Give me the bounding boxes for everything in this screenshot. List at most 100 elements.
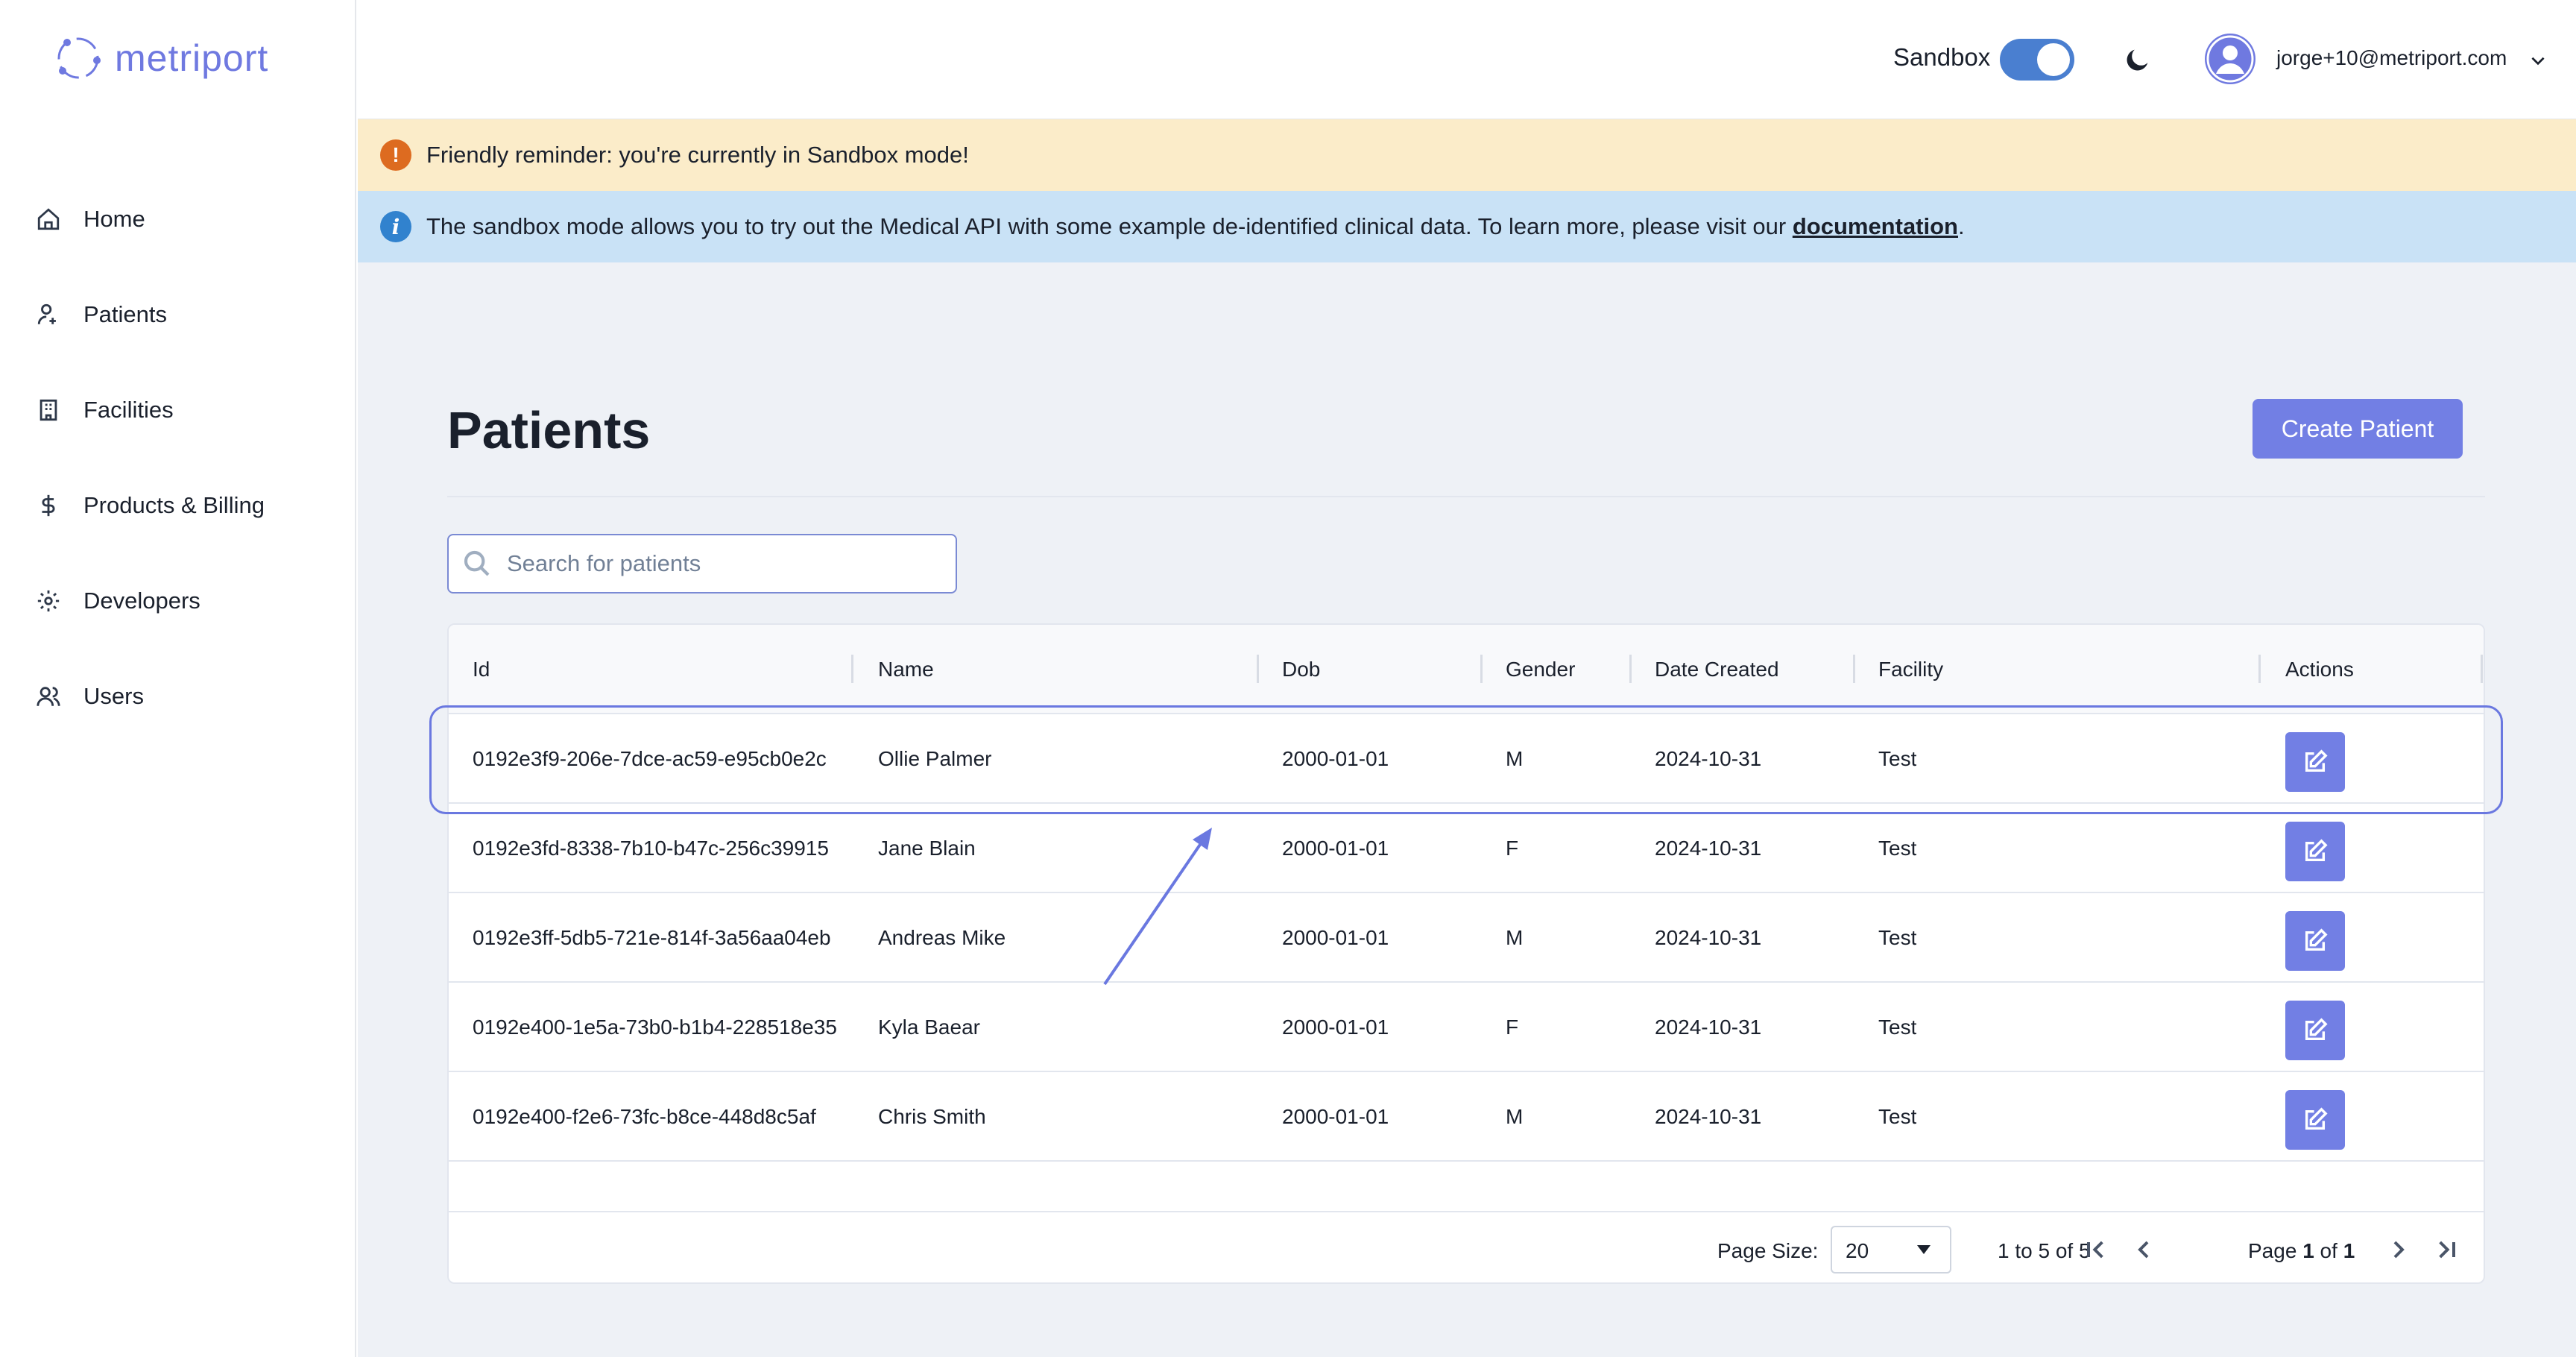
edit-icon <box>2305 1018 2328 1041</box>
cell-facility: Test <box>1878 926 1917 949</box>
column-resizer[interactable] <box>1480 655 1483 683</box>
sidebar-item-label: Facilities <box>83 397 174 423</box>
toggle-knob <box>2037 43 2070 76</box>
sandbox-label: Sandbox <box>1893 43 1991 71</box>
edit-patient-button[interactable] <box>2285 822 2345 881</box>
edit-icon <box>2305 749 2328 772</box>
sidebar-item-label: Developers <box>83 588 201 614</box>
table-row[interactable]: 0192e400-1e5a-73b0-b1b4-228518e35 Kyla B… <box>449 983 2484 1072</box>
search-box[interactable] <box>447 534 957 594</box>
column-header-facility[interactable]: Facility <box>1878 658 1943 681</box>
current-page: 1 <box>2302 1239 2314 1262</box>
patient-icon <box>37 303 56 324</box>
user-email[interactable]: jorge+10@metriport.com <box>2276 46 2507 70</box>
next-page-button[interactable] <box>2384 1235 2414 1265</box>
cell-gender: F <box>1506 1016 1519 1039</box>
cell-dob: 2000-01-01 <box>1282 1016 1389 1039</box>
title-divider <box>447 496 2485 497</box>
page-size-value: 20 <box>1846 1239 1869 1262</box>
column-header-actions: Actions <box>2285 658 2354 681</box>
page-size-label: Page Size: <box>1717 1239 1819 1262</box>
moon-icon[interactable] <box>2123 45 2153 75</box>
info-message: The sandbox mode allows you to try out t… <box>426 213 1793 239</box>
cell-gender: M <box>1506 1105 1524 1128</box>
chevron-down-icon[interactable] <box>2528 51 2548 70</box>
caret-down-icon <box>1917 1245 1931 1254</box>
documentation-link[interactable]: documentation <box>1793 213 1958 239</box>
cell-name: Jane Blain <box>878 837 976 860</box>
cell-gender: F <box>1506 837 1519 860</box>
sidebar-item-patients[interactable]: Patients <box>0 267 355 362</box>
cell-date-created: 2024-10-31 <box>1655 1016 1762 1039</box>
page-size-select[interactable]: 20 <box>1831 1226 1951 1273</box>
column-header-id[interactable]: Id <box>473 658 490 681</box>
cell-dob: 2000-01-01 <box>1282 926 1389 949</box>
of-word: of <box>2320 1239 2337 1262</box>
cell-name: Ollie Palmer <box>878 747 992 770</box>
cell-date-created: 2024-10-31 <box>1655 837 1762 860</box>
sidebar-item-home[interactable]: Home <box>0 171 355 267</box>
cell-name: Kyla Baear <box>878 1016 980 1039</box>
warning-icon: ! <box>380 139 411 171</box>
table-row[interactable]: 0192e400-f2e6-73fc-b8ce-448d8c5af Chris … <box>449 1072 2484 1162</box>
row-range: 1 to 5 of 5 <box>1998 1239 2091 1262</box>
cell-gender: M <box>1506 747 1524 770</box>
sidebar-item-products-billing[interactable]: Products & Billing <box>0 458 355 553</box>
table-row[interactable]: 0192e3ff-5db5-721e-814f-3a56aa04eb Andre… <box>449 893 2484 983</box>
column-resizer[interactable] <box>1629 655 1632 683</box>
column-header-dob[interactable]: Dob <box>1282 658 1320 681</box>
sidebar-item-users[interactable]: Users <box>0 649 355 744</box>
avatar[interactable] <box>2205 34 2255 84</box>
metriport-logo-icon <box>57 37 101 79</box>
sandbox-info-banner: i The sandbox mode allows you to try out… <box>358 191 2576 262</box>
cell-id: 0192e3f9-206e-7dce-ac59-e95cb0e2c <box>473 747 827 770</box>
cell-id: 0192e3ff-5db5-721e-814f-3a56aa04eb <box>473 926 831 949</box>
sidebar-item-label: Patients <box>83 301 168 327</box>
edit-patient-button[interactable] <box>2285 732 2345 792</box>
create-patient-button[interactable]: Create Patient <box>2253 399 2463 459</box>
edit-patient-button[interactable] <box>2285 1001 2345 1060</box>
edit-patient-button[interactable] <box>2285 911 2345 971</box>
column-resizer[interactable] <box>2258 655 2261 683</box>
first-page-icon <box>2087 1241 2103 1259</box>
first-page-button[interactable] <box>2081 1235 2111 1265</box>
last-page-button[interactable] <box>2431 1235 2461 1265</box>
sandbox-toggle[interactable] <box>2000 39 2074 81</box>
page-indicator: Page 1 of 1 <box>2248 1239 2355 1263</box>
search-input[interactable] <box>507 550 924 577</box>
sidebar-item-developers[interactable]: Developers <box>0 553 355 649</box>
cell-facility: Test <box>1878 747 1917 770</box>
sandbox-warning-banner: ! Friendly reminder: you're currently in… <box>358 119 2576 191</box>
last-page-icon <box>2439 1241 2455 1259</box>
cell-id: 0192e3fd-8338-7b10-b47c-256c39915 <box>473 837 829 860</box>
logo[interactable]: metriport <box>52 30 268 86</box>
edit-icon <box>2305 1107 2328 1130</box>
sidebar-item-label: Products & Billing <box>83 492 265 518</box>
edit-icon <box>2305 839 2328 862</box>
total-pages: 1 <box>2343 1239 2355 1262</box>
table-row[interactable]: 0192e3f9-206e-7dce-ac59-e95cb0e2c Ollie … <box>449 714 2484 804</box>
info-suffix: . <box>1958 213 1965 239</box>
chevron-right-icon <box>2393 1241 2405 1259</box>
sidebar-item-label: Home <box>83 206 145 232</box>
column-resizer[interactable] <box>2481 655 2483 683</box>
column-resizer[interactable] <box>1853 655 1855 683</box>
cell-dob: 2000-01-01 <box>1282 837 1389 860</box>
sidebar-item-facilities[interactable]: Facilities <box>0 362 355 458</box>
column-header-date-created[interactable]: Date Created <box>1655 658 1779 681</box>
sidebar-item-label: Users <box>83 683 144 709</box>
cell-id: 0192e400-f2e6-73fc-b8ce-448d8c5af <box>473 1105 816 1128</box>
column-header-name[interactable]: Name <box>878 658 934 681</box>
cell-date-created: 2024-10-31 <box>1655 1105 1762 1128</box>
column-resizer[interactable] <box>851 655 853 683</box>
page-word: Page <box>2248 1239 2297 1262</box>
table-row[interactable]: 0192e3fd-8338-7b10-b47c-256c39915 Jane B… <box>449 804 2484 893</box>
dollar-icon <box>42 494 55 517</box>
column-header-gender[interactable]: Gender <box>1506 658 1575 681</box>
cell-date-created: 2024-10-31 <box>1655 926 1762 949</box>
column-resizer[interactable] <box>1257 655 1259 683</box>
previous-page-button[interactable] <box>2129 1235 2159 1265</box>
edit-patient-button[interactable] <box>2285 1090 2345 1150</box>
cell-gender: M <box>1506 926 1524 949</box>
chevron-left-icon <box>2138 1241 2149 1259</box>
